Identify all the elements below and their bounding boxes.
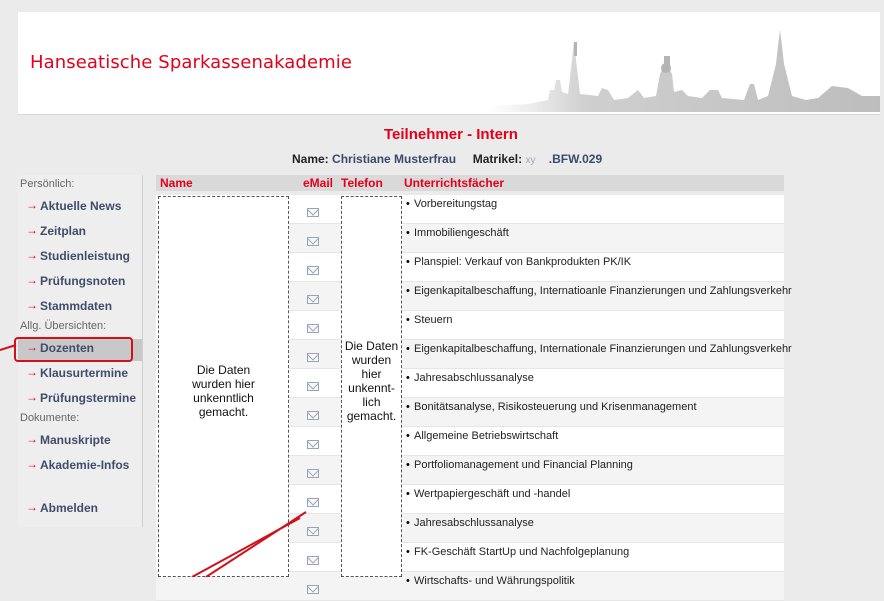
sidebar-item-stammdaten[interactable]: → Stammdaten [18,297,142,319]
bullet-icon: • [406,314,410,326]
envelope-icon[interactable] [307,382,319,391]
arrow-right-icon: → [26,390,38,404]
envelope-icon[interactable] [307,237,319,246]
bullet-icon: • [406,198,410,210]
student-info-line: Name: Christiane Musterfrau Matrikel: xy… [292,152,602,166]
envelope-icon[interactable] [307,498,319,507]
envelope-icon[interactable] [307,440,319,449]
envelope-icon[interactable] [307,324,319,333]
name-redaction-box: Die Daten wurden hier unkenntlich gemach… [158,196,289,577]
sidebar-section-personal: Persönlich: [20,178,75,190]
bullet-icon: • [406,459,410,471]
sidebar-item-abmelden[interactable]: → Abmelden [18,499,142,521]
envelope-icon[interactable] [307,208,319,217]
sidebar-section-documents: Dokumente: [20,412,80,424]
envelope-icon[interactable] [307,527,319,536]
subject-cell: Immobiliengeschäft [414,227,509,239]
arrow-right-icon: → [26,273,38,287]
arrow-right-icon: → [26,457,38,471]
sidebar-item-label: Aktuelle News [40,199,122,213]
sidebar-item-studienleistung[interactable]: → Studienleistung [18,247,142,269]
sidebar-item-akademie-infos[interactable]: → Akademie-Infos [18,456,142,478]
arrow-right-icon: → [26,198,38,212]
envelope-icon[interactable] [307,585,319,594]
sidebar-item-manuskripte[interactable]: → Manuskripte [18,431,142,453]
bullet-icon: • [406,546,410,558]
envelope-icon[interactable] [307,469,319,478]
subject-cell: Planspiel: Verkauf von Bankprodukten PK/… [414,256,632,268]
matrikel-value: .BFW.029 [548,152,603,166]
lecturer-table: Name eMail Telefon Unterrichtsfächer • V… [156,175,792,601]
envelope-icon[interactable] [307,353,319,362]
column-header-telefon: Telefon [339,175,402,191]
subject-cell: Steuern [414,314,453,326]
sidebar-item-pruefungstermine[interactable]: → Prüfungstermine [18,389,142,411]
name-redaction-text: Die Daten wurden hier unkenntlich gemach… [192,363,255,419]
sidebar-item-label: Klausurtermine [40,366,129,380]
page-title: Teilnehmer - Intern [384,126,518,143]
sidebar-item-pruefungsnoten[interactable]: → Prüfungsnoten [18,272,142,294]
envelope-icon[interactable] [307,266,319,275]
bullet-icon: • [406,488,410,500]
subject-cell: Eigenkapitalbeschaffung, Internationale … [414,343,792,355]
bullet-icon: • [406,372,410,384]
sidebar-item-label: Abmelden [40,501,99,515]
subject-cell: Allgemeine Betriebswirtschaft [414,430,559,442]
arrow-right-icon: → [26,298,38,312]
subject-cell: Wertpapiergeschäft und -handel [414,488,571,500]
subject-cell: FK-Geschäft StartUp und Nachfolgeplanung [414,546,630,558]
column-header-name: Name [156,175,303,191]
bullet-icon: • [406,430,410,442]
sidebar-item-label: Akademie-Infos [40,458,130,472]
bullet-icon: • [406,285,410,297]
sidebar-item-label: Prüfungsnoten [40,274,126,288]
bullet-icon: • [406,517,410,529]
matrikel-mask: xy [525,155,536,166]
sidebar-item-klausurtermine[interactable]: → Klausurtermine [18,364,142,386]
hamburg-skyline-image [488,30,880,112]
bullet-icon: • [406,227,410,239]
subject-cell: Vorbereitungstag [414,198,498,210]
sidebar-item-zeitplan[interactable]: → Zeitplan [18,222,142,244]
highlight-annotation-box [14,337,133,362]
sidebar-item-label: Zeitplan [40,224,87,238]
subject-cell: Jahresabschlussanalyse [414,372,534,384]
subject-cell: Jahresabschlussanalyse [414,517,534,529]
bullet-icon: • [406,343,410,355]
phone-redaction-box: Die Daten wurden hier unkennt- lich gema… [341,196,402,577]
subject-cell: Portfoliomanagement und Financial Planni… [414,459,633,471]
student-name: Christiane Musterfrau [332,152,457,166]
envelope-icon[interactable] [307,411,319,420]
sidebar-item-aktuelle-news[interactable]: → Aktuelle News [18,197,142,219]
bullet-icon: • [406,256,410,268]
arrow-right-icon: → [26,223,38,237]
arrow-right-icon: → [26,500,38,514]
matrikel-label: Matrikel: [472,152,523,166]
envelope-icon[interactable] [307,556,319,565]
arrow-right-icon: → [26,432,38,446]
envelope-icon[interactable] [307,295,319,304]
sidebar-item-label: Stammdaten [40,299,113,313]
arrow-right-icon: → [26,248,38,262]
sidebar-item-label: Studienleistung [40,249,130,263]
header-banner: Hanseatische Sparkassenakademie [18,12,880,115]
bullet-icon: • [406,401,410,413]
subject-cell: Bonitätsanalyse, Risikosteuerung und Kri… [414,401,697,413]
subject-cell: Eigenkapitalbeschaffung, Internatioanle … [414,285,792,297]
column-header-subjects: Unterrichtsfächer [402,175,784,191]
sidebar-item-label: Prüfungstermine [40,391,137,405]
sidebar-section-overviews: Allg. Übersichten: [20,320,107,332]
brand-logo-text: Hanseatische Sparkassenakademie [30,52,353,73]
phone-redaction-text: Die Daten wurden hier unkennt- lich gema… [344,339,399,423]
name-label: Name: [292,152,329,166]
arrow-right-icon: → [26,365,38,379]
sidebar-item-label: Manuskripte [40,433,111,447]
column-header-email: eMail [303,175,339,191]
